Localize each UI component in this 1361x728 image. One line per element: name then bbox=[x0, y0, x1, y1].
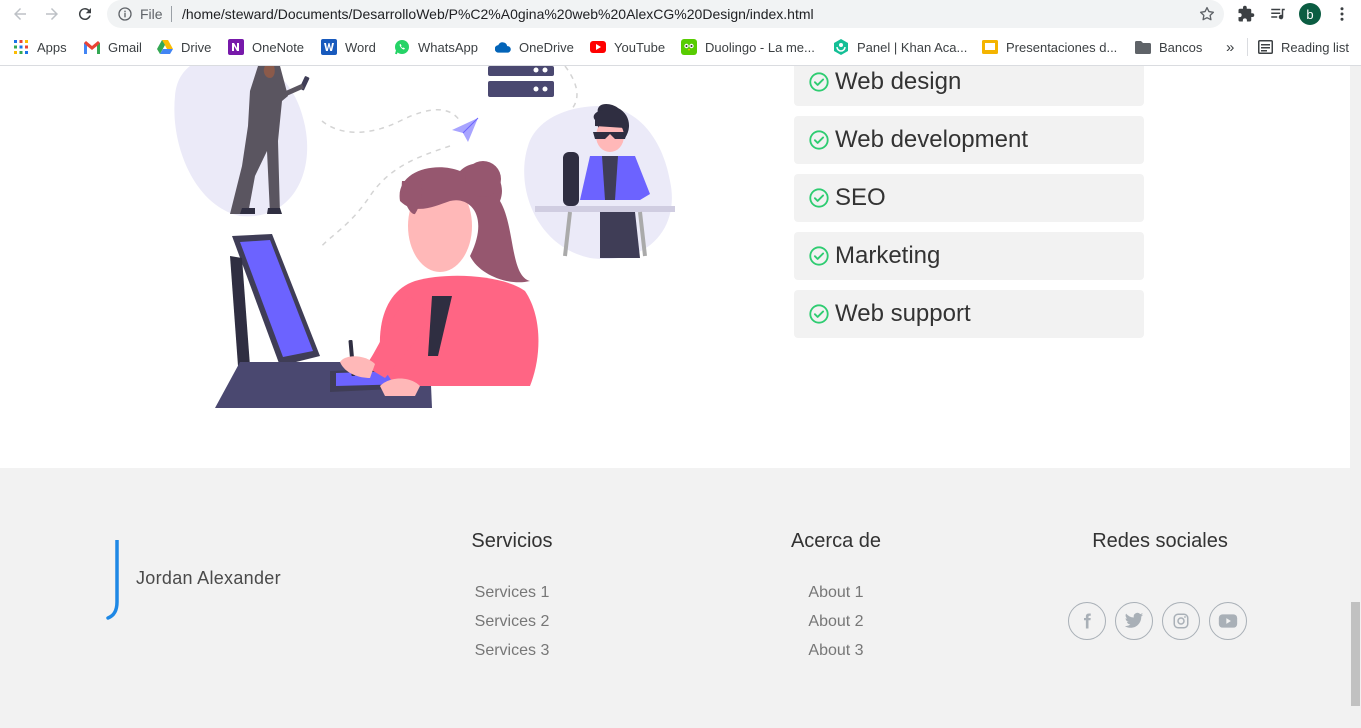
page-viewport: Web design Web development SEO Marketing… bbox=[0, 66, 1350, 728]
bookmark-folder-bancos[interactable]: Bancos bbox=[1135, 38, 1202, 56]
url-separator bbox=[171, 6, 172, 22]
site-footer: Jordan Alexander Servicios Services 1 Se… bbox=[0, 468, 1350, 728]
arrow-right-icon bbox=[46, 8, 58, 20]
browser-toolbar: File /home/steward/Documents/DesarrolloW… bbox=[0, 0, 1361, 28]
service-item: SEO bbox=[794, 174, 1144, 222]
bookmark-whatsapp[interactable]: WhatsApp bbox=[394, 38, 478, 56]
duolingo-icon bbox=[681, 39, 697, 55]
youtube-button[interactable] bbox=[1209, 602, 1247, 640]
bookmark-star-icon[interactable] bbox=[1198, 5, 1216, 23]
playlist-icon bbox=[1271, 8, 1285, 20]
info-icon[interactable] bbox=[117, 6, 133, 22]
onenote-icon bbox=[228, 39, 244, 55]
footer-link-about-3[interactable]: About 3 bbox=[716, 642, 956, 660]
service-label: Web support bbox=[835, 300, 971, 327]
service-item: Web development bbox=[794, 116, 1144, 164]
footer-social-title: Redes sociales bbox=[1092, 530, 1228, 552]
check-circle-icon bbox=[809, 72, 829, 92]
drive-icon bbox=[157, 39, 173, 55]
check-circle-icon bbox=[809, 304, 829, 324]
reading-list-icon bbox=[1257, 39, 1273, 55]
bookmark-youtube[interactable]: YouTube bbox=[590, 38, 665, 56]
word-icon bbox=[321, 39, 337, 55]
footer-link-about-2[interactable]: About 2 bbox=[716, 613, 956, 631]
service-item: Marketing bbox=[794, 232, 1144, 280]
service-label: Marketing bbox=[835, 242, 941, 269]
extensions-button[interactable] bbox=[1236, 4, 1256, 24]
service-item: Web design bbox=[794, 66, 1144, 106]
facebook-icon bbox=[1084, 613, 1091, 629]
designer-illustration bbox=[174, 66, 675, 408]
bookmark-label: Gmail bbox=[108, 39, 142, 55]
footer-link-services-2[interactable]: Services 2 bbox=[392, 613, 632, 631]
reload-icon bbox=[78, 8, 91, 21]
bookmark-label: WhatsApp bbox=[418, 39, 478, 55]
bookmark-label: Presentaciones d... bbox=[1006, 39, 1118, 55]
reading-list-button[interactable]: Reading list bbox=[1257, 38, 1349, 56]
reading-list-label: Reading list bbox=[1281, 39, 1349, 55]
instagram-button[interactable] bbox=[1162, 602, 1200, 640]
khan-academy-icon bbox=[833, 39, 849, 55]
service-label: Web development bbox=[835, 126, 1029, 153]
instagram-icon bbox=[1173, 613, 1189, 629]
service-label: Web design bbox=[835, 68, 962, 95]
bookmark-label: Duolingo - La me... bbox=[705, 39, 815, 55]
puzzle-icon bbox=[1238, 5, 1255, 22]
scrollbar-thumb[interactable] bbox=[1351, 602, 1360, 706]
url-text[interactable]: /home/steward/Documents/DesarrolloWeb/P%… bbox=[182, 6, 814, 22]
bookmark-label: Apps bbox=[37, 39, 67, 55]
logo-text[interactable]: Jordan Alexander bbox=[136, 568, 281, 589]
slides-icon bbox=[982, 39, 998, 55]
footer-about-title: Acerca de bbox=[790, 530, 882, 552]
check-circle-icon bbox=[809, 188, 829, 208]
apps-grid-icon bbox=[13, 39, 29, 55]
twitter-button[interactable] bbox=[1115, 602, 1153, 640]
bookmark-label: Drive bbox=[181, 39, 212, 55]
bookmarks-separator bbox=[1247, 38, 1248, 56]
bookmark-apps[interactable]: Apps bbox=[13, 38, 67, 56]
media-control-button[interactable] bbox=[1268, 4, 1288, 24]
youtube-icon bbox=[590, 39, 606, 55]
youtube-icon bbox=[1218, 614, 1238, 628]
bookmark-duolingo[interactable]: Duolingo - La me... bbox=[681, 38, 815, 56]
bookmark-word[interactable]: Word bbox=[321, 38, 376, 56]
bookmark-presentaciones[interactable]: Presentaciones d... bbox=[982, 38, 1117, 56]
bookmark-label: YouTube bbox=[614, 39, 666, 55]
bookmark-label: Bancos bbox=[1159, 39, 1203, 55]
bookmark-khan-academy[interactable]: Panel | Khan Aca... bbox=[833, 38, 967, 56]
footer-link-services-3[interactable]: Services 3 bbox=[392, 642, 632, 660]
twitter-icon bbox=[1124, 612, 1144, 628]
facebook-button[interactable] bbox=[1068, 602, 1106, 640]
footer-link-services-1[interactable]: Services 1 bbox=[392, 584, 632, 602]
bookmark-gmail[interactable]: Gmail bbox=[84, 38, 142, 56]
reload-button[interactable] bbox=[73, 2, 97, 26]
footer-services-title: Servicios bbox=[471, 530, 553, 552]
url-scheme-label: File bbox=[140, 6, 163, 22]
bookmark-label: Word bbox=[345, 39, 376, 55]
check-circle-icon bbox=[809, 246, 829, 266]
arrow-left-icon bbox=[14, 8, 26, 20]
service-label: SEO bbox=[835, 184, 886, 211]
more-vertical-icon bbox=[1340, 7, 1344, 21]
bookmark-label: Panel | Khan Aca... bbox=[857, 39, 968, 55]
profile-avatar[interactable]: b bbox=[1299, 3, 1321, 25]
bookmark-onedrive[interactable]: OneDrive bbox=[495, 38, 574, 56]
address-bar[interactable]: File /home/steward/Documents/DesarrolloW… bbox=[107, 0, 1224, 28]
service-item: Web support bbox=[794, 290, 1144, 338]
whatsapp-icon bbox=[394, 39, 410, 55]
bookmark-drive[interactable]: Drive bbox=[157, 38, 211, 56]
bookmarks-bar: Apps Gmail Drive OneNote Word WhatsApp O… bbox=[0, 34, 1361, 60]
forward-button[interactable] bbox=[40, 2, 64, 26]
bookmark-onenote[interactable]: OneNote bbox=[228, 38, 304, 56]
more-bookmarks-button[interactable]: » bbox=[1226, 38, 1234, 56]
onedrive-icon bbox=[495, 39, 511, 55]
check-circle-icon bbox=[809, 130, 829, 150]
back-button[interactable] bbox=[8, 2, 32, 26]
gmail-icon bbox=[84, 39, 100, 55]
bookmark-label: OneDrive bbox=[519, 39, 574, 55]
bookmark-label: OneNote bbox=[252, 39, 305, 55]
folder-icon bbox=[1135, 39, 1151, 55]
browser-menu-button[interactable] bbox=[1332, 4, 1352, 24]
footer-link-about-1[interactable]: About 1 bbox=[716, 584, 956, 602]
